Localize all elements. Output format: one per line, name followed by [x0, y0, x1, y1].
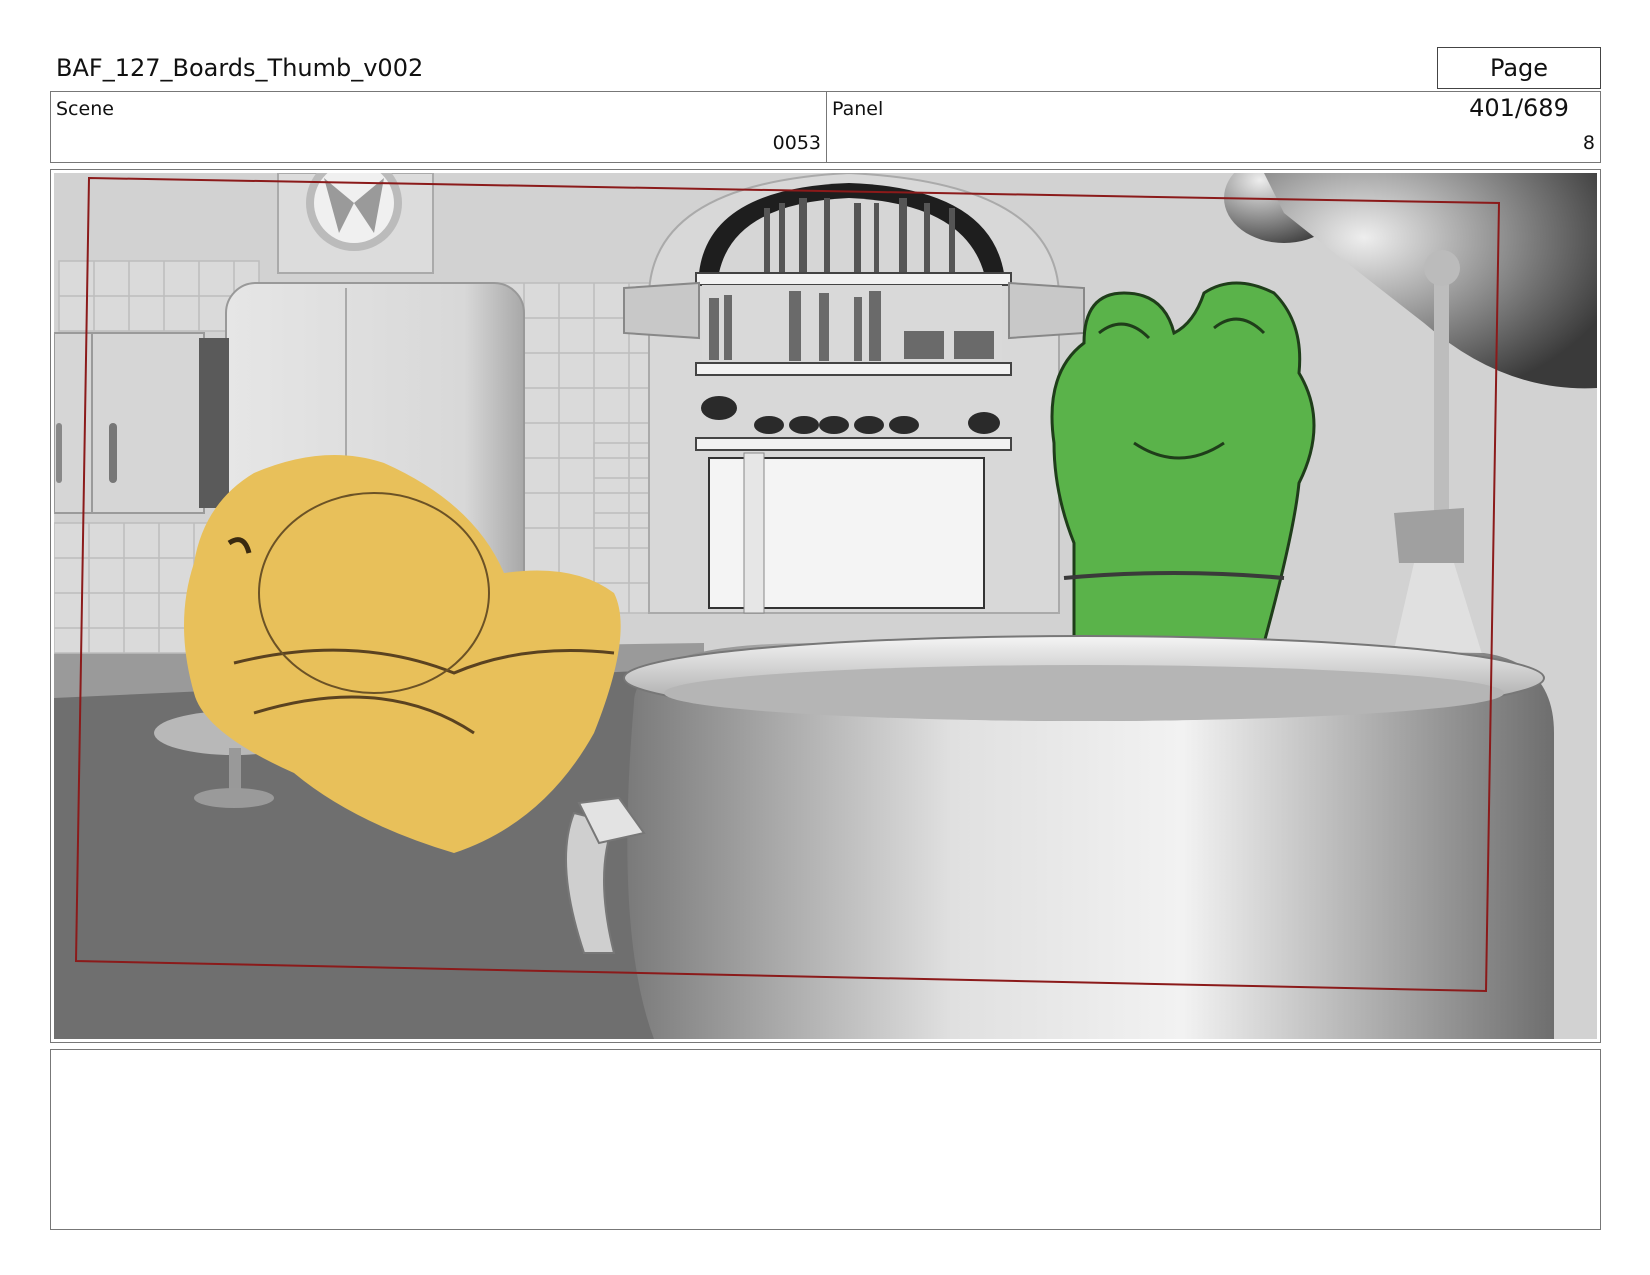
cauldron	[565, 635, 1554, 1039]
cabinets	[54, 332, 205, 514]
scene-label: Scene	[56, 98, 114, 120]
scene-value: 0053	[772, 132, 821, 154]
storyboard-image	[54, 173, 1597, 1039]
document-title: BAF_127_Boards_Thumb_v002	[56, 54, 424, 82]
wall-fan	[277, 173, 434, 274]
notes-box	[50, 1049, 1601, 1230]
bookshelf	[623, 173, 1085, 614]
green-frog-character	[1050, 281, 1316, 645]
panel-value: 8	[1582, 132, 1595, 154]
storyboard-frame	[50, 169, 1601, 1043]
panel-cell: Panel 8	[827, 92, 1600, 162]
panel-label: Panel	[832, 98, 884, 120]
page-number: Page 401/689	[1437, 47, 1601, 122]
info-bar: Scene 0053 Panel 8	[50, 91, 1601, 163]
scene-cell: Scene 0053	[51, 92, 827, 162]
